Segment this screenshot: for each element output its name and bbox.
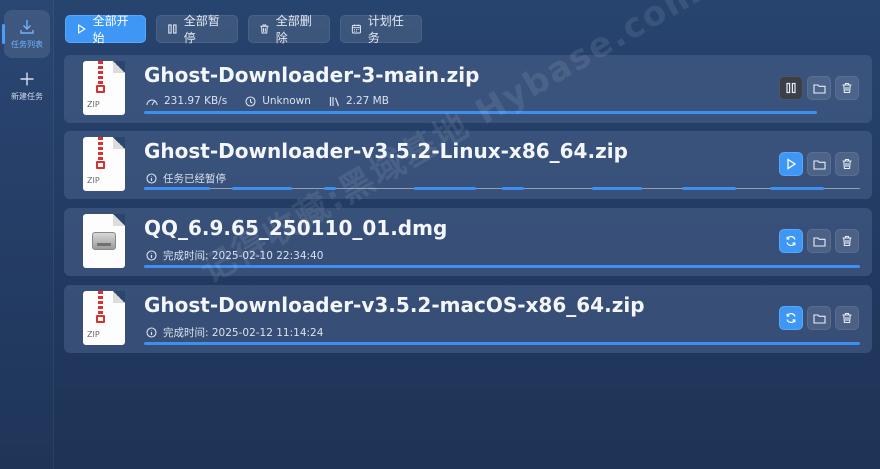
pause-button[interactable] xyxy=(779,76,803,100)
status-text: 完成时间: 2025-02-12 11:14:24 xyxy=(163,327,324,339)
refresh-icon xyxy=(786,235,796,247)
delete-all-button[interactable]: 全部删除 xyxy=(248,14,330,45)
sidebar-item-label: 任务列表 xyxy=(11,39,43,49)
sidebar-item-new-task[interactable]: 新建任务 xyxy=(4,62,50,110)
delete-button[interactable] xyxy=(835,76,859,100)
library-icon xyxy=(329,96,339,106)
refresh-icon xyxy=(786,312,796,324)
folder-icon xyxy=(812,313,826,324)
delete-button[interactable] xyxy=(835,229,859,253)
zip-file-icon: ZIP xyxy=(83,137,125,191)
play-icon xyxy=(787,158,797,170)
resume-button[interactable] xyxy=(779,152,803,176)
progress-bar xyxy=(144,342,860,345)
start-all-button[interactable]: 全部开始 xyxy=(65,14,146,45)
download-speed: 231.97 KB/s xyxy=(164,95,228,107)
file-size: 2.27 MB xyxy=(345,95,389,107)
info-icon xyxy=(146,173,157,184)
delete-button[interactable] xyxy=(835,306,859,330)
trash-icon xyxy=(842,235,852,247)
calendar-icon xyxy=(351,24,361,34)
task-filename: Ghost-Downloader-v3.5.2-macOS-x86_64.zip xyxy=(144,293,645,317)
open-folder-button[interactable] xyxy=(807,229,831,253)
progress-fill xyxy=(144,342,860,345)
trash-icon xyxy=(260,24,269,34)
task-filename: Ghost-Downloader-3-main.zip xyxy=(144,63,480,87)
pause-all-label: 全部暂停 xyxy=(183,14,220,45)
progress-segment xyxy=(232,187,292,190)
progress-segment xyxy=(682,187,736,190)
trash-icon xyxy=(842,82,852,94)
trash-icon xyxy=(842,312,852,324)
folder-icon xyxy=(812,83,826,94)
clock-icon xyxy=(245,95,256,107)
start-all-label: 全部开始 xyxy=(92,14,129,45)
schedule-task-button[interactable]: 计划任务 xyxy=(340,14,422,45)
info-icon xyxy=(146,327,157,338)
download-icon xyxy=(20,19,34,34)
task-status: 任务已经暂停 xyxy=(146,171,226,186)
pause-icon xyxy=(786,82,796,94)
plus-icon xyxy=(20,72,34,85)
progress-segment xyxy=(770,187,824,190)
progress-segment xyxy=(592,187,642,190)
progress-segment xyxy=(144,187,210,190)
info-icon xyxy=(146,250,157,261)
pause-icon xyxy=(168,24,177,34)
speedometer-icon xyxy=(146,99,158,106)
folder-icon xyxy=(812,159,826,170)
sidebar: 任务列表 新建任务 xyxy=(0,0,54,469)
zip-file-icon: ZIP xyxy=(83,291,125,345)
schedule-task-label: 计划任务 xyxy=(367,14,404,45)
delete-all-label: 全部删除 xyxy=(275,14,312,45)
open-folder-button[interactable] xyxy=(807,76,831,100)
folder-icon xyxy=(812,236,826,247)
delete-button[interactable] xyxy=(835,152,859,176)
time-remaining: Unknown xyxy=(262,95,311,107)
redownload-button[interactable] xyxy=(779,229,803,253)
progress-segment xyxy=(414,187,476,190)
task-stats: 231.97 KB/s Unknown 2.27 MB xyxy=(146,95,389,107)
open-folder-button[interactable] xyxy=(807,152,831,176)
open-folder-button[interactable] xyxy=(807,306,831,330)
task-card[interactable]: ZIP Ghost-Downloader-v3.5.2-macOS-x86_64… xyxy=(64,285,872,353)
sidebar-item-label: 新建任务 xyxy=(11,91,43,101)
pause-all-button[interactable]: 全部暂停 xyxy=(156,14,238,45)
sidebar-item-task-list[interactable]: 任务列表 xyxy=(2,10,50,58)
task-status: 完成时间: 2025-02-12 11:14:24 xyxy=(146,325,323,340)
task-card[interactable]: QQ_6.9.65_250110_01.dmg 完成时间: 2025-02-10… xyxy=(64,208,872,276)
play-icon xyxy=(78,23,86,35)
trash-icon xyxy=(842,158,852,170)
progress-segment xyxy=(502,187,524,190)
status-text: 任务已经暂停 xyxy=(163,173,226,185)
zip-file-icon: ZIP xyxy=(83,61,125,115)
segmented-progress-bar xyxy=(144,187,860,190)
redownload-button[interactable] xyxy=(779,306,803,330)
dmg-file-icon xyxy=(83,214,125,268)
